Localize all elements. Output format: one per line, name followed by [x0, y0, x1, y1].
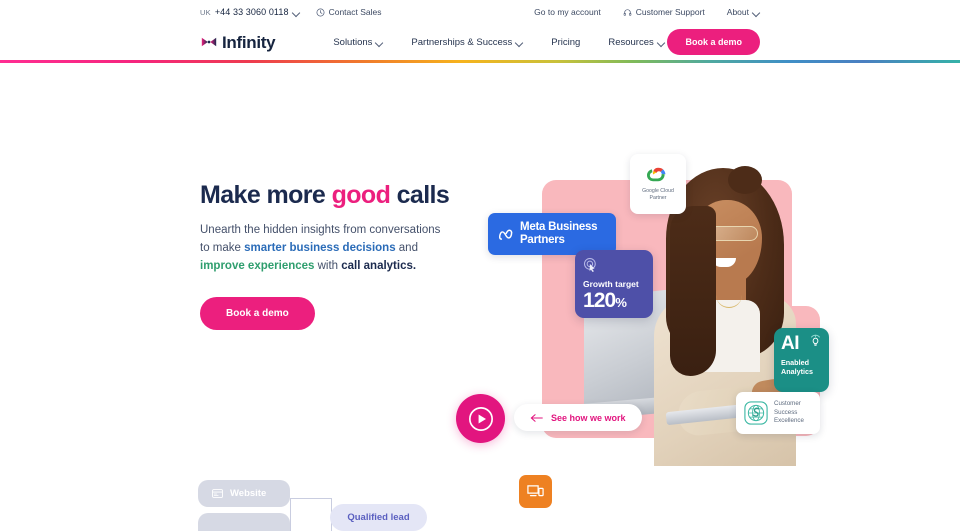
country-code-label: UK: [200, 7, 211, 17]
flow-chip-secondary[interactable]: [198, 513, 290, 531]
growth-target-value: 120%: [583, 290, 645, 311]
cse-line-2: Success: [774, 408, 798, 416]
contact-sales-link[interactable]: Contact Sales: [316, 7, 382, 17]
play-video-button[interactable]: [456, 394, 505, 443]
hero-sub-link-decisions[interactable]: smarter business decisions: [244, 242, 395, 254]
hero-sub-3: with: [314, 260, 342, 273]
infinity-logo-icon: [201, 37, 217, 47]
utility-bar-left: UK +44 33 3060 0118 Contact Sales: [200, 7, 382, 17]
my-account-link[interactable]: Go to my account: [534, 7, 601, 17]
nav-item-resources-label: Resources: [608, 36, 654, 48]
growth-number: 120: [583, 289, 616, 312]
about-menu[interactable]: About: [727, 7, 760, 17]
hero-title-part1: Make more: [200, 181, 332, 209]
ai-line-1: Enabled: [781, 358, 809, 367]
hero-artwork: Google Cloud Partner Meta Business Partn…: [450, 154, 870, 466]
flow-connector-line: [290, 498, 332, 531]
ai-subtitle: Enabled Analytics: [781, 358, 822, 376]
hero-title-part2: calls: [390, 181, 450, 209]
main-navbar: Infinity Solutions Partnerships & Succes…: [0, 24, 960, 60]
cse-line-3: Excellence: [774, 417, 804, 425]
customer-success-excellence-badge: Customer Success Excellence: [736, 392, 820, 434]
arrow-left-icon: [530, 413, 543, 422]
hero-sub-call-analytics: call analytics.: [341, 260, 417, 273]
nav-item-partnerships-label: Partnerships & Success: [411, 36, 513, 48]
phone-number: +44 33 3060 0118: [214, 7, 289, 17]
target-cursor-icon: [583, 257, 596, 272]
hero-title-accent: good: [331, 181, 391, 209]
see-how-we-work-label: See how we work: [551, 412, 626, 423]
hero-sub-link-experiences[interactable]: improve experiences: [200, 260, 314, 272]
play-icon: [468, 406, 493, 431]
ai-line-2: Analytics: [781, 367, 813, 377]
meta-line-2: Partners: [520, 234, 565, 246]
nav-item-pricing-label: Pricing: [551, 36, 581, 48]
growth-target-card: Growth target 120%: [575, 250, 653, 318]
contact-sales-label: Contact Sales: [328, 7, 382, 17]
nav-links: Solutions Partnerships & Success Pricing…: [333, 37, 664, 48]
hero-title: Make more good calls: [200, 181, 450, 209]
chevron-down-icon: [293, 9, 300, 16]
customer-support-label: Customer Support: [635, 7, 705, 17]
flow-diagram-section: Website Qualified lead: [0, 463, 960, 531]
gcp-line-1: Google Cloud: [642, 187, 674, 194]
nav-item-pricing[interactable]: Pricing: [551, 37, 580, 48]
google-cloud-icon: [647, 167, 666, 182]
flow-chip-qualified-lead[interactable]: Qualified lead: [330, 504, 427, 531]
flow-chip-website[interactable]: Website: [198, 480, 290, 507]
phone-selector[interactable]: UK +44 33 3060 0118: [200, 7, 300, 17]
nav-item-partnerships[interactable]: Partnerships & Success: [411, 37, 523, 48]
meta-business-partners-badge: Meta Business Partners: [488, 213, 616, 255]
nav-item-solutions-label: Solutions: [333, 36, 373, 48]
brand-name: Infinity: [222, 32, 276, 52]
hero-subtitle: Unearth the hidden insights from convers…: [200, 221, 450, 275]
about-label: About: [726, 7, 749, 17]
headset-icon: [623, 8, 632, 16]
chevron-down-icon: [658, 39, 665, 46]
chevron-down-icon: [376, 39, 383, 46]
meta-line-1: Meta Business: [520, 220, 598, 233]
person-hair-bun: [728, 166, 762, 194]
chevron-down-icon: [753, 9, 760, 16]
customer-success-excellence-label: Customer Success Excellence: [774, 400, 804, 427]
cse-line-1: Customer: [774, 399, 801, 407]
book-a-demo-button-nav[interactable]: Book a demo: [667, 29, 760, 55]
book-a-demo-button-hero[interactable]: Book a demo: [200, 297, 315, 331]
hero-sub-2: and: [395, 242, 418, 255]
chevron-down-icon: [516, 39, 523, 46]
nav-item-solutions[interactable]: Solutions: [333, 37, 383, 48]
growth-percent-sign: %: [615, 295, 627, 310]
devices-tile[interactable]: [519, 475, 552, 508]
google-cloud-partner-label: Google Cloud Partner: [642, 188, 674, 202]
see-how-we-work-button[interactable]: See how we work: [514, 404, 642, 431]
person-hair-front: [670, 206, 716, 376]
meta-infinity-icon: [498, 229, 513, 240]
flow-chip-qualified-lead-label: Qualified lead: [347, 512, 410, 523]
flow-chip-website-label: Website: [230, 488, 267, 499]
excellence-globe-icon: [744, 401, 768, 425]
utility-bar: UK +44 33 3060 0118 Contact Sales Go to …: [0, 0, 960, 24]
devices-icon: [527, 485, 544, 497]
ai-title: AI: [781, 333, 800, 354]
my-account-label: Go to my account: [534, 7, 601, 17]
nav-item-resources[interactable]: Resources: [608, 37, 664, 48]
customer-support-link[interactable]: Customer Support: [623, 7, 705, 17]
growth-target-label: Growth target: [583, 279, 639, 289]
gcp-line-2: Partner: [649, 195, 667, 201]
google-cloud-partner-badge: Google Cloud Partner: [630, 154, 686, 214]
brand-logo[interactable]: Infinity: [200, 32, 276, 52]
ai-enabled-analytics-card: AI Enabled Analytics: [774, 328, 829, 392]
hero-copy: Make more good calls Unearth the hidden …: [200, 181, 450, 331]
meta-business-partners-label: Meta Business Partners: [520, 220, 598, 247]
clock-icon: [316, 8, 325, 16]
lightbulb-idea-icon: [811, 334, 820, 346]
browser-window-icon: [212, 489, 223, 498]
utility-bar-right: Go to my account Customer Support About: [534, 7, 760, 17]
hero-section: Make more good calls Unearth the hidden …: [0, 63, 960, 466]
